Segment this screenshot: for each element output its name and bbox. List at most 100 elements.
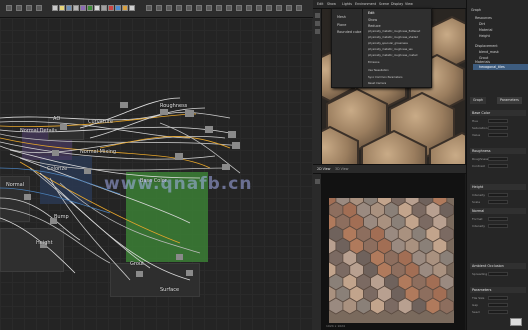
param-field[interactable]	[488, 272, 508, 276]
2d-viewport[interactable]: 1024 x 1024	[322, 174, 465, 330]
node-icon[interactable]	[296, 5, 302, 11]
tab-3d-view[interactable]: 3D View	[335, 167, 349, 171]
node-graph[interactable]: Roughness Curvature Normal Details AO No…	[0, 18, 313, 330]
frame-label-normal-mixing: Normal Mixing	[80, 149, 117, 155]
param-field[interactable]	[488, 126, 508, 130]
frame-color-swatch[interactable]	[129, 5, 135, 11]
menu-item-shaded[interactable]: physically_metallic_roughness_shaded	[368, 36, 418, 39]
3d-menu-scene[interactable]: Scene	[379, 2, 389, 6]
menu-item-mesh[interactable]: Mesh	[337, 15, 346, 19]
param-field[interactable]	[488, 224, 508, 228]
frame-color-swatch[interactable]	[101, 5, 107, 11]
section-base-color[interactable]: Base Color	[470, 110, 526, 116]
3d-menu-lights[interactable]: Lights	[342, 2, 352, 6]
param-field[interactable]	[488, 119, 508, 123]
param-field[interactable]	[488, 296, 508, 300]
node-icon[interactable]	[196, 5, 202, 11]
hexagon-tile	[425, 297, 441, 315]
camera-icon[interactable]	[315, 13, 320, 18]
menu-item-rounded-cube[interactable]: Rounded cube	[337, 30, 361, 34]
3d-menu-show[interactable]: Show	[327, 2, 336, 6]
node-icon[interactable]	[256, 5, 262, 11]
section-normal[interactable]: Normal	[470, 208, 526, 214]
explorer-item[interactable]: Resources	[475, 16, 492, 20]
frame-color-swatch[interactable]	[73, 5, 79, 11]
node-icon[interactable]	[186, 5, 192, 11]
frame-color-swatch[interactable]	[59, 5, 65, 11]
node-icon[interactable]	[276, 5, 282, 11]
param-field[interactable]	[488, 217, 508, 221]
section-roughness[interactable]: Roughness	[470, 148, 526, 154]
hexagon-tile	[411, 297, 427, 315]
explorer-item[interactable]: Material	[479, 28, 492, 32]
menu-item-emissive[interactable]: Emissive	[368, 61, 379, 64]
menu-item-show[interactable]: Show	[368, 18, 377, 22]
frame-color-swatch[interactable]	[80, 5, 86, 11]
node-icon[interactable]	[286, 5, 292, 11]
3d-menu-view[interactable]: View	[405, 2, 413, 6]
param-field[interactable]	[488, 133, 508, 137]
frame-color-swatch[interactable]	[122, 5, 128, 11]
node-icon[interactable]	[246, 5, 252, 11]
frame-color-swatch[interactable]	[94, 5, 100, 11]
menu-item-sss[interactable]: physically_metallic_roughness_sss	[368, 48, 413, 51]
frame-color-swatch[interactable]	[108, 5, 114, 11]
param-field[interactable]	[488, 310, 508, 314]
menu-item-specular[interactable]: physically_specular_glossiness	[368, 42, 408, 45]
node-icon[interactable]	[266, 5, 272, 11]
param-label: Saturation	[472, 126, 488, 130]
param-label: Contrast	[472, 164, 485, 168]
tile-icon[interactable]	[315, 179, 320, 184]
frame-color-swatch[interactable]	[115, 5, 121, 11]
frame-color-swatch[interactable]	[66, 5, 72, 11]
explorer-item[interactable]: blend_mask	[479, 50, 499, 54]
3d-menu-display[interactable]: Display	[391, 2, 403, 6]
grid-icon[interactable]	[36, 5, 42, 11]
node-icon[interactable]	[226, 5, 232, 11]
3d-menu-environment[interactable]: Environment	[355, 2, 376, 6]
param-field[interactable]	[488, 157, 508, 161]
frame-color-swatch[interactable]	[52, 5, 58, 11]
explorer-item[interactable]: Graph	[471, 8, 481, 12]
node-icon[interactable]	[156, 5, 162, 11]
param-label: Seed	[472, 310, 480, 314]
section-parameters[interactable]: Parameters	[470, 287, 526, 293]
layout-icon[interactable]	[16, 5, 22, 11]
menu-item-use-tessellation[interactable]: Use Tessellation	[368, 69, 389, 72]
node-icon[interactable]	[216, 5, 222, 11]
param-field[interactable]	[488, 303, 508, 307]
tab-parameters[interactable]: Parameters	[497, 97, 522, 104]
section-height[interactable]: Height	[470, 184, 526, 190]
explorer-item[interactable]: Dirt	[479, 22, 485, 26]
menu-item-reduce[interactable]: Reduce	[368, 24, 381, 28]
tab-graph-properties[interactable]: Graph	[470, 97, 487, 104]
menu-item-coated[interactable]: physically_metallic_roughness_coated	[368, 54, 417, 57]
snap-icon[interactable]	[26, 5, 32, 11]
explorer-item[interactable]: hexagonal_tiles	[479, 65, 505, 69]
menu-item-sync-parameters[interactable]: Sync Common Parameters	[368, 76, 402, 79]
frame-color-swatch[interactable]	[87, 5, 93, 11]
menu-item-reset-camera[interactable]: Reset Camera	[368, 82, 386, 85]
param-field[interactable]	[488, 200, 508, 204]
tab-2d-view[interactable]: 2D View	[317, 167, 331, 171]
node-icon[interactable]	[176, 5, 182, 11]
node-icon[interactable]	[146, 5, 152, 11]
color-swatch[interactable]	[510, 318, 522, 326]
menu-item-plane[interactable]: Plane	[337, 23, 346, 27]
param-label: Intensity	[472, 193, 486, 197]
menu-item-flattened[interactable]: physically_metallic_roughness_flattened	[368, 30, 420, 33]
environment-icon[interactable]	[315, 29, 320, 34]
frame-label-grout: Grout	[130, 261, 145, 267]
explorer-item[interactable]: Displacement	[475, 44, 498, 48]
node-icon[interactable]	[236, 5, 242, 11]
3d-menu-edit[interactable]: Edit	[317, 2, 323, 6]
explorer-item[interactable]: Height	[479, 34, 490, 38]
node-icon[interactable]	[166, 5, 172, 11]
param-field[interactable]	[488, 164, 508, 168]
light-icon[interactable]	[315, 21, 320, 26]
section-ambient-occlusion[interactable]: Ambient Occlusion	[470, 263, 526, 269]
menu-item-edit[interactable]: Edit	[368, 11, 375, 15]
node-icon[interactable]	[206, 5, 212, 11]
param-field[interactable]	[488, 193, 508, 197]
graph-settings-icon[interactable]	[6, 5, 12, 11]
